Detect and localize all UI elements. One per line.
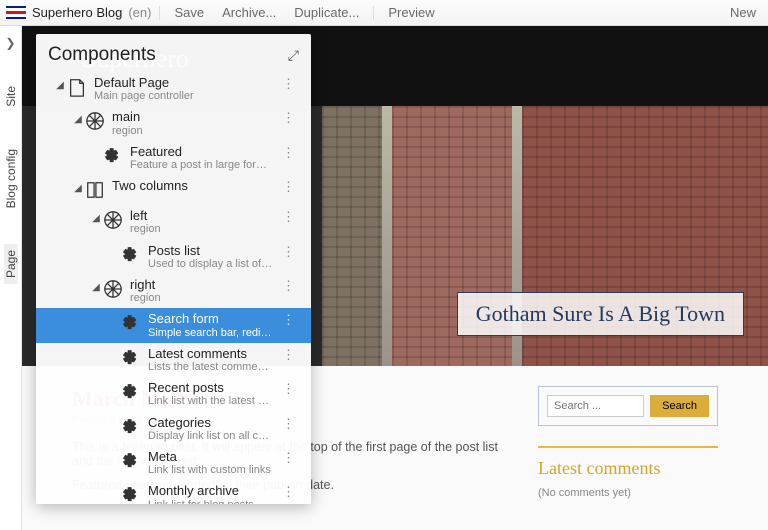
tree-item-name: main [112,110,274,124]
tree-item-latest-comments[interactable]: ◢Latest commentsLists the latest comment… [36,343,311,377]
widget-empty-text: (No comments yet) [538,487,718,499]
tab-page[interactable]: Page [4,244,18,284]
preview-button[interactable]: Preview [382,5,440,20]
item-menu-icon[interactable]: ⋮ [274,381,303,397]
latest-comments-widget: Latest comments (No comments yet) [538,446,718,499]
save-button[interactable]: Save [168,5,210,20]
top-toolbar: Superhero Blog (en) Save Archive... Dupl… [0,0,768,26]
item-menu-icon[interactable]: ⋮ [274,416,303,432]
search-button[interactable]: Search [650,395,709,417]
sidebar-column: Search Latest comments (No comments yet) [538,386,718,502]
duplicate-button[interactable]: Duplicate... [288,5,365,20]
item-menu-icon[interactable]: ⋮ [274,347,303,363]
item-menu-icon[interactable]: ⋮ [274,278,303,294]
item-menu-icon[interactable]: ⋮ [274,312,303,328]
tree-item-desc: Main page controller [94,90,264,102]
hero-image: Gotham Sure Is A Big Town [322,106,768,366]
part-icon [120,484,142,504]
part-icon [120,450,142,472]
site-title: Superhero Blog [32,5,122,20]
tree-item-desc: Used to display a list of blog p... [148,258,274,270]
tree-item-desc: Feature a post in large format [130,159,274,171]
tree-item-desc: region [112,125,274,137]
tree-item-right[interactable]: ◢ rightregion⋮ [36,274,311,308]
region-icon [102,278,124,300]
part-icon [120,381,142,403]
region-icon [102,209,124,231]
tree-item-posts-list[interactable]: ◢Posts listUsed to display a list of blo… [36,240,311,274]
search-input[interactable] [547,395,644,417]
expand-arrow-icon[interactable]: ◢ [72,183,84,194]
tree-item-desc: Display link list on all categori... [148,430,274,442]
locale-flag-icon [6,6,26,20]
expand-chevron-icon[interactable]: ❯ [5,36,15,50]
tree-item-desc: Simple search bar, redirects t... [148,327,274,339]
tree-item-name: Default Page [94,76,274,90]
item-menu-icon[interactable]: ⋮ [274,145,303,161]
tree-item-name: Categories [148,416,274,430]
item-menu-icon[interactable]: ⋮ [274,179,303,195]
tree-item-desc: region [130,223,274,235]
panel-title: Components [48,44,156,66]
tree-item-categories[interactable]: ◢CategoriesDisplay link list on all cate… [36,412,311,446]
widget-title: Latest comments [538,458,718,479]
region-icon [84,110,106,132]
tree-item-main[interactable]: ◢ mainregion⋮ [36,106,311,140]
part-icon [102,145,124,167]
item-menu-icon[interactable]: ⋮ [274,450,303,466]
left-tabs: ❯ Site Blog config Page [0,26,22,530]
tree-item-desc: Link list for blog posts, group... [148,499,274,504]
item-menu-icon[interactable]: ⋮ [274,244,303,260]
tree-item-name: Recent posts [148,381,274,395]
tree-item-name: Meta [148,450,274,464]
tree-item-two-columns[interactable]: ◢ Two columns⋮ [36,175,311,205]
expand-arrow-icon[interactable]: ◢ [90,282,102,293]
tree-item-recent-posts[interactable]: ◢Recent postsLink list with the latest b… [36,377,311,411]
page-icon [66,76,88,98]
tree-item-left[interactable]: ◢ leftregion⋮ [36,205,311,239]
expand-arrow-icon[interactable]: ◢ [72,114,84,125]
tree-item-monthly-archive[interactable]: ◢Monthly archiveLink list for blog posts… [36,480,311,504]
tree-item-desc: region [130,292,274,304]
search-widget: Search [538,386,718,426]
tree-item-name: Posts list [148,244,274,258]
tree-item-desc: Link list with the latest blog p... [148,395,274,407]
tab-site[interactable]: Site [4,80,18,113]
item-menu-icon[interactable]: ⋮ [274,484,303,500]
tree-item-search-form[interactable]: ◢Search formSimple search bar, redirects… [36,308,311,342]
site-lang: (en) [128,5,151,20]
archive-button[interactable]: Archive... [216,5,282,20]
tree-item-name: Latest comments [148,347,274,361]
tree-item-desc: Link list with custom links [148,464,274,476]
layout-icon [84,179,106,201]
expand-arrow-icon[interactable]: ◢ [90,213,102,224]
item-menu-icon[interactable]: ⋮ [274,209,303,225]
tab-blog-config[interactable]: Blog config [4,143,18,214]
part-icon [120,312,142,334]
tree-item-default-page[interactable]: ◢ Default PageMain page controller ⋮ [36,72,311,106]
tree-item-featured[interactable]: ◢FeaturedFeature a post in large format⋮ [36,141,311,175]
tree-item-name: Two columns [112,179,274,193]
new-button[interactable]: New [724,5,762,20]
tree-item-name: Featured [130,145,274,159]
tree-item-name: Search form [148,312,274,326]
part-icon [120,416,142,438]
hero-caption: Gotham Sure Is A Big Town [457,292,744,336]
tree-item-name: right [130,278,274,292]
part-icon [120,244,142,266]
tree-item-name: Monthly archive [148,484,274,498]
expand-arrow-icon[interactable]: ◢ [54,80,66,91]
item-menu-icon[interactable]: ⋮ [274,110,303,126]
components-tree: ◢Default PageMain page controller⋮◢mainr… [36,72,311,504]
item-menu-icon[interactable]: ⋮ [274,76,303,92]
tree-item-name: left [130,209,274,223]
part-icon [120,347,142,369]
popout-icon[interactable]: ⤢ [288,47,299,64]
tree-item-meta[interactable]: ◢MetaLink list with custom links⋮ [36,446,311,480]
components-panel: Components ⤢ ◢ Default PageMain page cont… [36,34,311,504]
tree-item-desc: Lists the latest comments on ... [148,361,274,373]
